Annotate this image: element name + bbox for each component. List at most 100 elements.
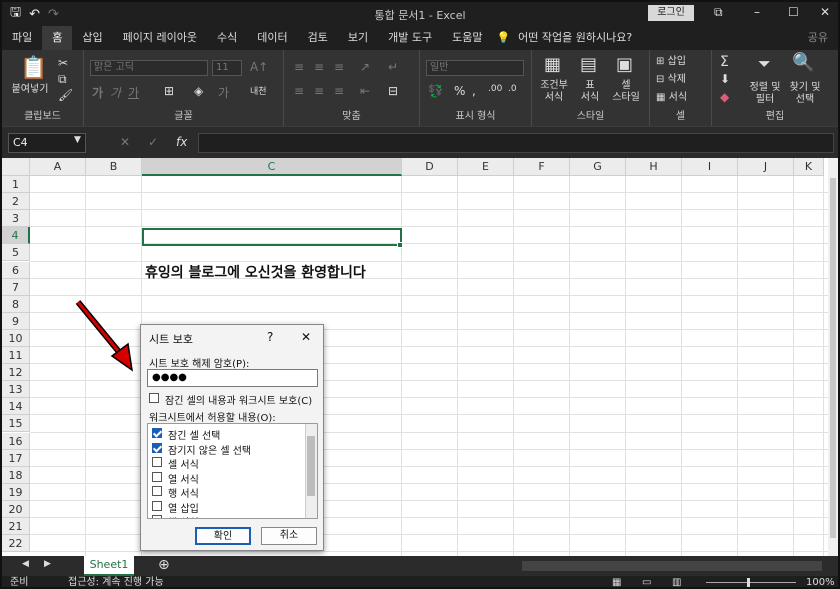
row-header-16[interactable]: 16 <box>2 432 30 450</box>
column-header-a[interactable]: A <box>30 158 86 176</box>
row-header-20[interactable]: 20 <box>2 500 30 518</box>
merge-center-icon[interactable]: ⊟ <box>388 84 398 98</box>
fill-handle[interactable] <box>397 242 403 248</box>
row-header-12[interactable]: 12 <box>2 364 30 382</box>
orientation-icon[interactable]: ↗ <box>360 60 370 74</box>
tab-insert[interactable]: 삽입 <box>72 26 112 50</box>
number-format-box[interactable]: 일반 <box>426 60 524 76</box>
password-input[interactable]: ●●●● <box>147 369 318 387</box>
column-header-f[interactable]: F <box>514 158 570 176</box>
row-header-19[interactable]: 19 <box>2 483 30 501</box>
bold-icon[interactable]: 가 <box>92 84 103 101</box>
align-bottom-icon[interactable]: ≡ <box>334 60 344 74</box>
row-header-11[interactable]: 11 <box>2 347 30 365</box>
format-table-label[interactable]: 표 서식 <box>570 80 610 104</box>
page-layout-view-icon[interactable]: ▭ <box>642 576 651 587</box>
conditional-format-label[interactable]: 조건부 서식 <box>534 80 574 104</box>
row-header-6[interactable]: 6 <box>2 261 30 279</box>
row-header-15[interactable]: 15 <box>2 415 30 433</box>
maximize-icon[interactable]: ☐ <box>788 5 799 19</box>
allow-item[interactable]: 잠기지 않은 셀 선택 <box>150 441 300 457</box>
column-header-g[interactable]: G <box>570 158 626 176</box>
tab-file[interactable]: 파일 <box>2 26 42 50</box>
add-sheet-icon[interactable]: ⊕ <box>158 557 170 573</box>
column-header-d[interactable]: D <box>402 158 458 176</box>
sheet-tab-sheet1[interactable]: Sheet1 <box>84 556 134 576</box>
protect-contents-checkbox[interactable] <box>149 393 159 403</box>
row-header-21[interactable]: 21 <box>2 518 30 536</box>
clear-icon[interactable]: ◆ <box>720 90 729 104</box>
font-color-icon[interactable]: 가 <box>218 84 229 101</box>
paste-icon[interactable]: 📋 <box>20 56 47 81</box>
cancel-entry-icon[interactable]: ✕ <box>120 135 130 149</box>
align-left-icon[interactable]: ≡ <box>294 84 304 98</box>
zoom-level[interactable]: 100% <box>806 576 835 587</box>
wrap-text-icon[interactable]: ↵ <box>388 60 398 74</box>
decrease-decimal-icon[interactable]: .0 <box>508 84 517 94</box>
cut-icon[interactable]: ✂ <box>58 56 68 70</box>
find-select-label[interactable]: 찾기 및 선택 <box>782 82 828 106</box>
tab-developer[interactable]: 개발 도구 <box>378 26 442 50</box>
normal-view-icon[interactable]: ▦ <box>612 576 621 587</box>
currency-icon[interactable]: 💱 <box>428 84 443 98</box>
minimize-icon[interactable]: – <box>754 5 760 19</box>
allow-item[interactable]: 잠긴 셀 선택 <box>150 426 300 442</box>
row-header-13[interactable]: 13 <box>2 381 30 399</box>
cancel-button[interactable]: 취소 <box>261 527 317 545</box>
row-header-14[interactable]: 14 <box>2 398 30 416</box>
row-header-4[interactable]: 4 <box>2 227 30 245</box>
zoom-slider[interactable] <box>706 582 796 583</box>
delete-cells-button[interactable]: ⊟ 삭제 <box>656 74 686 86</box>
italic-icon[interactable]: 가 <box>110 84 121 101</box>
active-cell[interactable] <box>142 228 402 246</box>
vertical-scroll-thumb[interactable] <box>830 178 836 538</box>
tab-help[interactable]: 도움말 <box>442 26 492 50</box>
ribbon-display-icon[interactable]: ⧉ <box>714 5 723 20</box>
row-header-8[interactable]: 8 <box>2 295 30 313</box>
column-header-e[interactable]: E <box>458 158 514 176</box>
row-header-10[interactable]: 10 <box>2 329 30 347</box>
allow-item[interactable]: 행 삽입 <box>150 513 300 518</box>
align-top-icon[interactable]: ≡ <box>294 60 304 74</box>
allow-list[interactable]: 잠긴 셀 선택잠기지 않은 셀 선택셀 서식열 서식행 서식열 삽입행 삽입 <box>147 423 318 519</box>
column-header-b[interactable]: B <box>86 158 142 176</box>
row-header-7[interactable]: 7 <box>2 278 30 296</box>
increase-decimal-icon[interactable]: .00 <box>488 84 502 94</box>
tab-formulas[interactable]: 수식 <box>207 26 247 50</box>
tab-home[interactable]: 홈 <box>42 26 73 50</box>
allow-item-checkbox[interactable] <box>152 515 162 518</box>
borders-icon[interactable]: ⊞ <box>164 84 174 98</box>
enter-entry-icon[interactable]: ✓ <box>148 135 158 149</box>
font-size-box[interactable]: 11 <box>212 60 242 76</box>
align-middle-icon[interactable]: ≡ <box>314 60 324 74</box>
row-header-22[interactable]: 22 <box>2 535 30 553</box>
cell-c6-text[interactable]: 휴잉의 블로그에 오신것을 환영합니다 <box>145 262 366 282</box>
next-sheet-icon[interactable]: ▶ <box>44 559 51 569</box>
allow-item[interactable]: 열 서식 <box>150 470 300 486</box>
fill-color-icon[interactable]: ◈ <box>194 84 203 98</box>
allow-item[interactable]: 셀 서식 <box>150 455 300 471</box>
dialog-help-icon[interactable]: ? <box>267 330 273 344</box>
cell-styles-icon[interactable]: ▣ <box>616 54 633 75</box>
phonetic-icon[interactable]: 내천 <box>250 84 267 97</box>
close-icon[interactable]: ✕ <box>820 5 830 19</box>
horizontal-scrollbar[interactable] <box>522 561 822 571</box>
align-right-icon[interactable]: ≡ <box>334 84 344 98</box>
grow-font-icon[interactable]: A↑ <box>250 60 268 74</box>
find-select-icon[interactable]: 🔍 <box>792 52 814 73</box>
font-name-box[interactable]: 맑은 고딕 <box>90 60 208 76</box>
share-button[interactable]: 공유 <box>798 26 838 50</box>
formula-input[interactable] <box>198 133 834 153</box>
column-header-k[interactable]: K <box>794 158 824 176</box>
autosum-icon[interactable]: Σ <box>720 54 729 70</box>
allow-item[interactable]: 열 삽입 <box>150 499 300 515</box>
select-all-corner[interactable] <box>2 158 30 176</box>
indent-icon[interactable]: ⇤ <box>360 84 370 98</box>
conditional-format-icon[interactable]: ▦ <box>544 54 561 75</box>
name-box-dropdown-icon[interactable]: ▼ <box>74 135 81 145</box>
format-painter-icon[interactable]: 🖌 <box>58 88 73 102</box>
row-header-9[interactable]: 9 <box>2 312 30 330</box>
dialog-close-icon[interactable]: ✕ <box>301 330 311 344</box>
tab-view[interactable]: 보기 <box>338 26 378 50</box>
column-header-c[interactable]: C <box>142 158 402 176</box>
